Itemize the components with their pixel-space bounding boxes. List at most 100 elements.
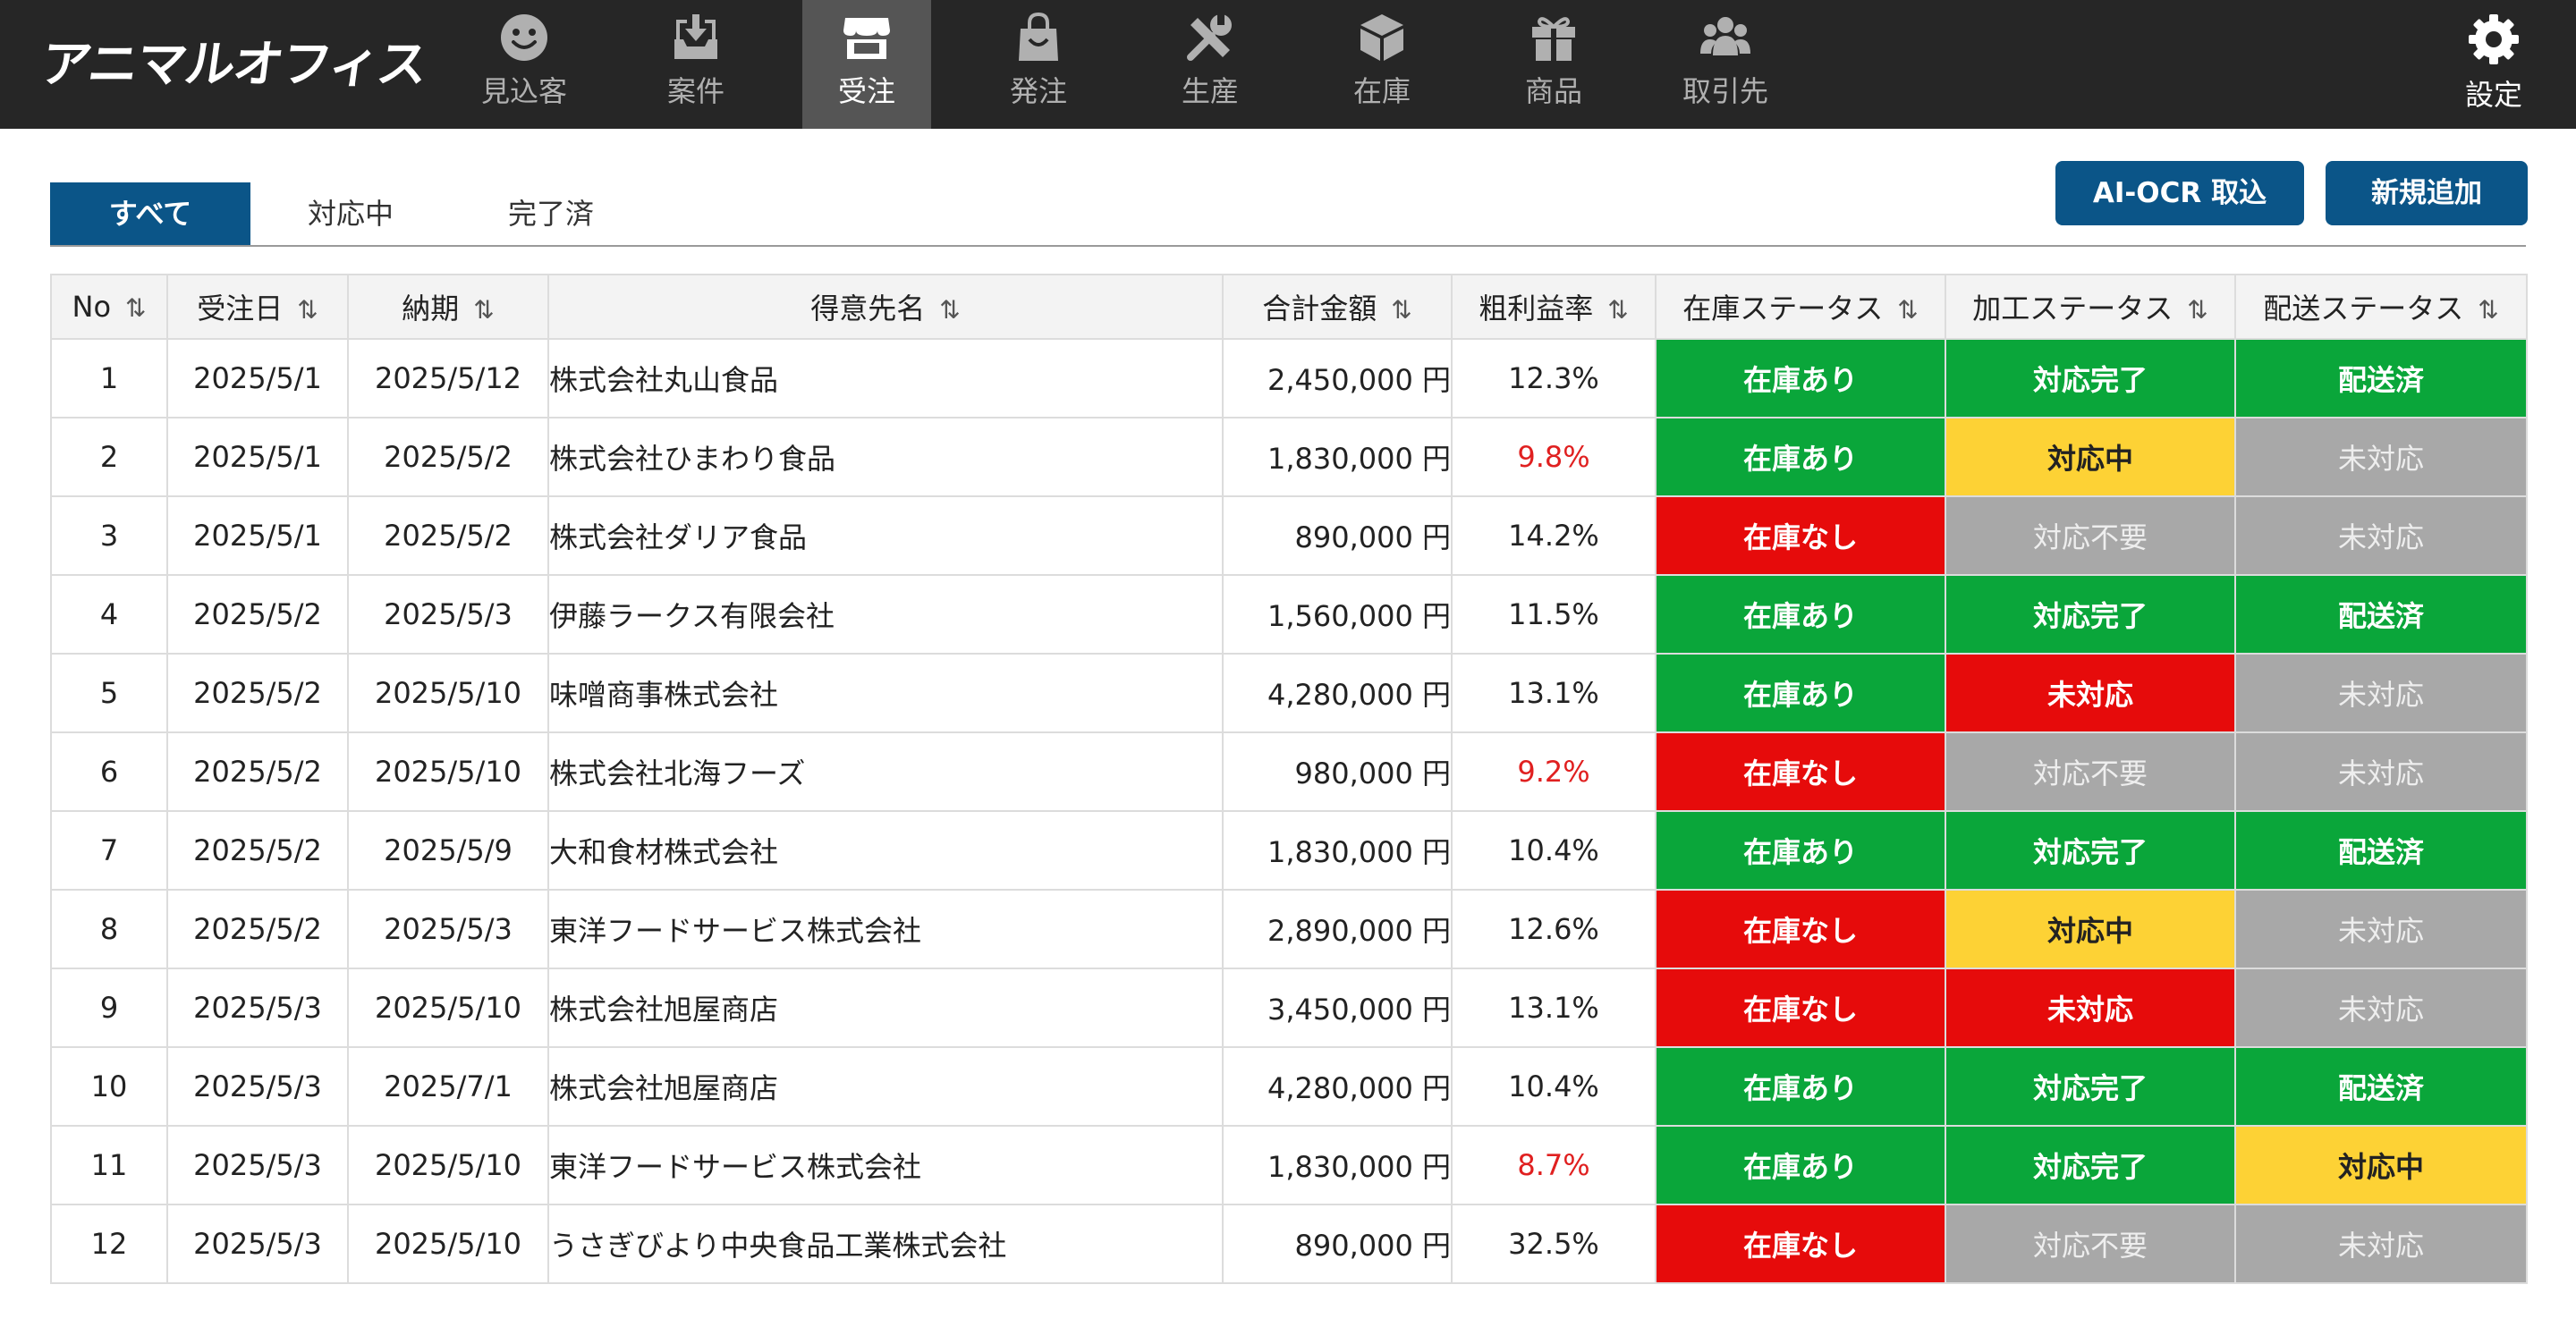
add-new-button[interactable]: 新規追加 [2326, 161, 2528, 225]
nav-label: 生産 [1181, 74, 1239, 108]
cell-no: 10 [50, 1046, 168, 1127]
inbox-download-icon [674, 14, 717, 59]
header-shipping-status[interactable]: 配送ステータス ⇅ [2234, 274, 2528, 340]
sort-icon[interactable]: ⇅ [1607, 295, 1628, 325]
header-process-status[interactable]: 加工ステータス ⇅ [1945, 274, 2236, 340]
cell-process-status: 対応不要 [1945, 1204, 2236, 1284]
sort-icon[interactable]: ⇅ [297, 295, 318, 325]
table-row[interactable]: 11 2025/5/3 2025/5/10 東洋フードサービス株式会社 1,830,00… [50, 1125, 2528, 1205]
tab-divider [50, 245, 2526, 247]
sort-icon[interactable]: ⇅ [939, 295, 960, 325]
ai-ocr-import-button[interactable]: AI-OCR 取込 [2055, 161, 2304, 225]
sort-icon[interactable]: ⇅ [1897, 295, 1918, 325]
cell-process-status: 対応中 [1945, 417, 2236, 497]
cell-no: 3 [50, 495, 168, 576]
table-row[interactable]: 12 2025/5/3 2025/5/10 うさぎびより中央食品工業株式会社 890,0… [50, 1204, 2528, 1284]
cell-total-amount: 1,830,000 円 [1222, 417, 1453, 497]
nav-item-orders[interactable]: 受注 [802, 0, 931, 129]
cell-order-date: 2025/5/2 [166, 810, 349, 891]
box-icon [1360, 14, 1403, 61]
tab-all[interactable]: すべて [50, 182, 250, 245]
table-row[interactable]: 6 2025/5/2 2025/5/10 株式会社北海フーズ 980,000 円 9.2%… [50, 731, 2528, 812]
sort-icon[interactable]: ⇅ [2187, 295, 2207, 325]
cell-delivery-date: 2025/5/3 [347, 574, 549, 655]
header-delivery-date[interactable]: 納期 ⇅ [347, 274, 549, 340]
table-row[interactable]: 9 2025/5/3 2025/5/10 株式会社旭屋商店 3,450,000 円 13.… [50, 968, 2528, 1048]
nav-item-production[interactable]: 生産 [1146, 0, 1275, 129]
cell-stock-status: 在庫なし [1655, 495, 1946, 576]
nav-item-products[interactable]: 商品 [1489, 0, 1618, 129]
header-order-date[interactable]: 受注日 ⇅ [166, 274, 349, 340]
table-row[interactable]: 10 2025/5/3 2025/7/1 株式会社旭屋商店 4,280,000 円 10.… [50, 1046, 2528, 1127]
tab-in-progress[interactable]: 対応中 [250, 182, 451, 245]
table-row[interactable]: 3 2025/5/1 2025/5/2 株式会社ダリア食品 890,000 円 14.2%… [50, 495, 2528, 576]
cell-customer-name: 味噌商事株式会社 [547, 653, 1224, 733]
cell-stock-status: 在庫なし [1655, 1204, 1946, 1284]
cell-gross-margin: 12.3% [1451, 338, 1657, 418]
cell-shipping-status: 配送済 [2234, 810, 2528, 891]
app-logo[interactable]: アニマルオフィス [37, 34, 430, 97]
cell-order-date: 2025/5/2 [166, 731, 349, 812]
nav-item-prospects[interactable]: 見込客 [460, 0, 589, 129]
sort-icon[interactable]: ⇅ [1391, 295, 1411, 325]
cell-delivery-date: 2025/5/9 [347, 810, 549, 891]
table-row[interactable]: 7 2025/5/2 2025/5/9 大和食材株式会社 1,830,000 円 10.4… [50, 810, 2528, 891]
cell-order-date: 2025/5/3 [166, 968, 349, 1048]
cell-total-amount: 1,830,000 円 [1222, 1125, 1453, 1205]
sort-icon[interactable]: ⇅ [125, 293, 146, 323]
header-total-amount[interactable]: 合計金額 ⇅ [1222, 274, 1453, 340]
cell-process-status: 未対応 [1945, 653, 2236, 733]
cell-stock-status: 在庫あり [1655, 574, 1946, 655]
cell-no: 4 [50, 574, 168, 655]
cell-delivery-date: 2025/5/10 [347, 968, 549, 1048]
storefront-icon [843, 18, 890, 59]
nav-item-inventory[interactable]: 在庫 [1318, 0, 1446, 129]
cell-gross-margin: 13.1% [1451, 653, 1657, 733]
table-row[interactable]: 4 2025/5/2 2025/5/3 伊藤ラークス有限会社 1,560,000 円 11… [50, 574, 2528, 655]
table-row[interactable]: 1 2025/5/1 2025/5/12 株式会社丸山食品 2,450,000 円 12.… [50, 338, 2528, 418]
header-gross-margin[interactable]: 粗利益率 ⇅ [1451, 274, 1657, 340]
header-no[interactable]: No ⇅ [50, 274, 168, 340]
cell-order-date: 2025/5/1 [166, 417, 349, 497]
cell-gross-margin: 13.1% [1451, 968, 1657, 1048]
sort-icon[interactable]: ⇅ [473, 295, 494, 325]
cell-gross-margin: 32.5% [1451, 1204, 1657, 1284]
cell-process-status: 対応完了 [1945, 1125, 2236, 1205]
cell-stock-status: 在庫あり [1655, 1125, 1946, 1205]
cell-gross-margin: 8.7% [1451, 1125, 1657, 1205]
table-row[interactable]: 2 2025/5/1 2025/5/2 株式会社ひまわり食品 1,830,000 円 9.… [50, 417, 2528, 497]
cell-stock-status: 在庫あり [1655, 1046, 1946, 1127]
sort-icon[interactable]: ⇅ [2478, 295, 2498, 325]
table-row[interactable]: 5 2025/5/2 2025/5/10 味噌商事株式会社 4,280,000 円 13.… [50, 653, 2528, 733]
cell-shipping-status: 配送済 [2234, 338, 2528, 418]
cell-delivery-date: 2025/5/12 [347, 338, 549, 418]
cell-stock-status: 在庫あり [1655, 417, 1946, 497]
cell-process-status: 対応不要 [1945, 495, 2236, 576]
tab-completed[interactable]: 完了済 [451, 182, 651, 245]
cell-no: 9 [50, 968, 168, 1048]
gift-icon [1532, 17, 1575, 61]
cell-shipping-status: 対応中 [2234, 1125, 2528, 1205]
header-customer-name[interactable]: 得意先名 ⇅ [547, 274, 1224, 340]
cell-order-date: 2025/5/2 [166, 653, 349, 733]
nav-label: 在庫 [1352, 74, 1411, 108]
cell-no: 12 [50, 1204, 168, 1284]
nav-label: 見込客 [480, 74, 567, 108]
cell-delivery-date: 2025/5/10 [347, 731, 549, 812]
tools-icon [1187, 13, 1232, 61]
table-row[interactable]: 8 2025/5/2 2025/5/3 東洋フードサービス株式会社 2,890,000 … [50, 889, 2528, 969]
nav-item-purchase[interactable]: 発注 [974, 0, 1103, 129]
cell-total-amount: 2,450,000 円 [1222, 338, 1453, 418]
cell-no: 5 [50, 653, 168, 733]
cell-total-amount: 1,560,000 円 [1222, 574, 1453, 655]
nav-item-deals[interactable]: 案件 [631, 0, 760, 129]
cell-shipping-status: 配送済 [2234, 1046, 2528, 1127]
nav-item-clients[interactable]: 取引先 [1661, 0, 1790, 129]
settings-button[interactable]: 設定 [2440, 0, 2547, 129]
cell-no: 6 [50, 731, 168, 812]
header-stock-status[interactable]: 在庫ステータス ⇅ [1655, 274, 1946, 340]
cell-delivery-date: 2025/5/10 [347, 1125, 549, 1205]
cell-shipping-status: 未対応 [2234, 968, 2528, 1048]
cell-total-amount: 1,830,000 円 [1222, 810, 1453, 891]
cell-total-amount: 4,280,000 円 [1222, 1046, 1453, 1127]
